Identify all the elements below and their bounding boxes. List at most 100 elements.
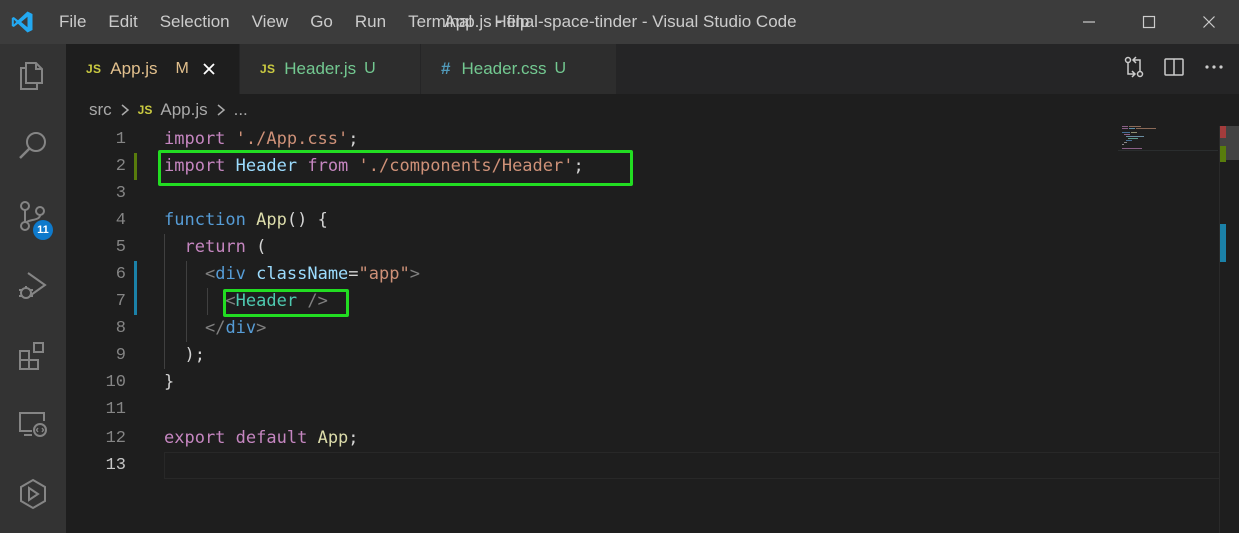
menu-selection[interactable]: Selection <box>149 0 241 44</box>
editor-actions <box>1123 44 1239 94</box>
chevron-right-icon <box>119 103 131 117</box>
line-number: 8 <box>115 319 126 338</box>
code-line: 8 </div> <box>66 315 1220 342</box>
breadcrumb: src JS App.js ... <box>66 94 1239 126</box>
code-text: return ( <box>184 237 267 257</box>
tab-label: App.js <box>110 59 158 78</box>
code-line: 12 export default App; <box>66 425 1220 452</box>
tab-label: Header.js <box>284 59 357 78</box>
line-number: 1 <box>115 130 126 149</box>
code-text: export default App; <box>164 428 359 448</box>
explorer-icon <box>20 62 43 90</box>
line-number: 4 <box>115 211 126 230</box>
minimize-icon <box>1083 21 1095 23</box>
split-editor-button[interactable] <box>1163 56 1185 83</box>
menu-help[interactable]: Help <box>483 0 540 44</box>
line-number: 3 <box>115 184 126 203</box>
code-line: 10 } <box>66 369 1220 396</box>
tab-header-js[interactable]: JS Header.js U <box>240 44 421 94</box>
code-line: 1 import './App.css'; <box>66 126 1220 153</box>
live-share-icon <box>20 478 46 510</box>
more-actions-button[interactable] <box>1203 56 1225 83</box>
window-controls <box>1059 0 1239 44</box>
maximize-icon <box>1142 15 1156 29</box>
menu-file[interactable]: File <box>48 0 97 44</box>
close-window-button[interactable] <box>1179 0 1239 44</box>
javascript-file-icon: JS <box>137 103 153 117</box>
live-share-button[interactable] <box>0 464 66 524</box>
run-debug-button[interactable] <box>0 256 66 316</box>
breadcrumb-file[interactable]: App.js <box>160 100 207 120</box>
search-button[interactable] <box>0 116 66 176</box>
code-line: 13 <box>66 452 1220 479</box>
menu-terminal[interactable]: Terminal <box>397 0 483 44</box>
menu-run[interactable]: Run <box>344 0 397 44</box>
open-changes-button[interactable] <box>1123 55 1145 83</box>
line-number: 7 <box>115 292 126 311</box>
code-line: 11 <box>66 396 1220 423</box>
line-number: 2 <box>115 157 126 176</box>
run-debug-icon <box>19 272 47 299</box>
search-icon <box>19 132 46 159</box>
line-number: 12 <box>105 429 126 448</box>
extensions-button[interactable] <box>0 326 66 386</box>
css-file-icon: # <box>441 59 451 78</box>
tab-close-button[interactable] <box>199 59 219 79</box>
source-control-badge: 11 <box>33 220 53 240</box>
explorer-button[interactable] <box>0 46 66 106</box>
code-text: function App() { <box>164 210 328 230</box>
vscode-logo-icon <box>0 0 44 44</box>
tab-app-js[interactable]: JS App.js M <box>66 44 240 94</box>
breadcrumb-folder[interactable]: src <box>89 100 112 120</box>
breadcrumb-symbols[interactable]: ... <box>234 100 248 120</box>
close-icon <box>203 63 215 75</box>
line-number: 13 <box>105 456 126 475</box>
code-text: } <box>164 372 175 392</box>
minimap[interactable] <box>1118 126 1218 166</box>
menu-view[interactable]: View <box>241 0 300 44</box>
split-editor-icon <box>1164 57 1184 76</box>
menu-go[interactable]: Go <box>299 0 344 44</box>
javascript-file-icon: JS <box>260 62 276 76</box>
overview-ruler-modified-mark <box>1220 224 1226 262</box>
modified-flag: M <box>175 60 189 77</box>
chevron-right-icon <box>215 103 227 117</box>
line-number: 6 <box>115 265 126 284</box>
title-bar: File Edit Selection View Go Run Terminal… <box>0 0 1239 44</box>
close-icon <box>1203 16 1215 28</box>
code-text: ); <box>164 345 205 365</box>
untracked-flag: U <box>364 60 376 77</box>
javascript-file-icon: JS <box>86 62 102 76</box>
overview-ruler-added-mark <box>1220 146 1226 162</box>
overview-ruler-error-mark <box>1220 126 1226 138</box>
highlight-box-import <box>158 150 633 186</box>
line-number: 10 <box>105 373 126 392</box>
menu-bar: File Edit Selection View Go Run Terminal… <box>44 0 540 44</box>
menu-edit[interactable]: Edit <box>97 0 148 44</box>
line-number: 9 <box>115 346 126 365</box>
code-line: 6 <div className="app"> <box>66 261 1220 288</box>
code-line: 4 function App() { <box>66 207 1220 234</box>
code-text: <div className="app"> <box>204 264 420 284</box>
untracked-flag: U <box>554 60 567 77</box>
remote-explorer-icon <box>19 412 47 437</box>
highlight-box-header-tag <box>223 289 349 317</box>
code-editor[interactable]: 1 import './App.css'; 2 import Header fr… <box>66 126 1220 533</box>
tab-header-css[interactable]: # Header.css U <box>421 44 617 94</box>
activity-bar: 11 <box>0 44 66 533</box>
maximize-button[interactable] <box>1119 0 1179 44</box>
more-icon <box>1205 64 1223 69</box>
line-number: 11 <box>105 400 126 419</box>
code-line: 5 return ( <box>66 234 1220 261</box>
code-line: 9 ); <box>66 342 1220 369</box>
extensions-icon <box>19 342 44 370</box>
compare-changes-icon <box>1124 55 1144 78</box>
remote-explorer-button[interactable] <box>0 394 66 454</box>
editor-tab-bar: JS App.js M JS Header.js U # Header.css … <box>66 44 1239 94</box>
line-number: 5 <box>115 238 126 257</box>
code-text: import './App.css'; <box>164 129 359 149</box>
tab-label: Header.css <box>461 59 547 78</box>
minimize-button[interactable] <box>1059 0 1119 44</box>
vertical-scrollbar[interactable] <box>1219 126 1239 533</box>
source-control-button[interactable]: 11 <box>0 186 66 246</box>
